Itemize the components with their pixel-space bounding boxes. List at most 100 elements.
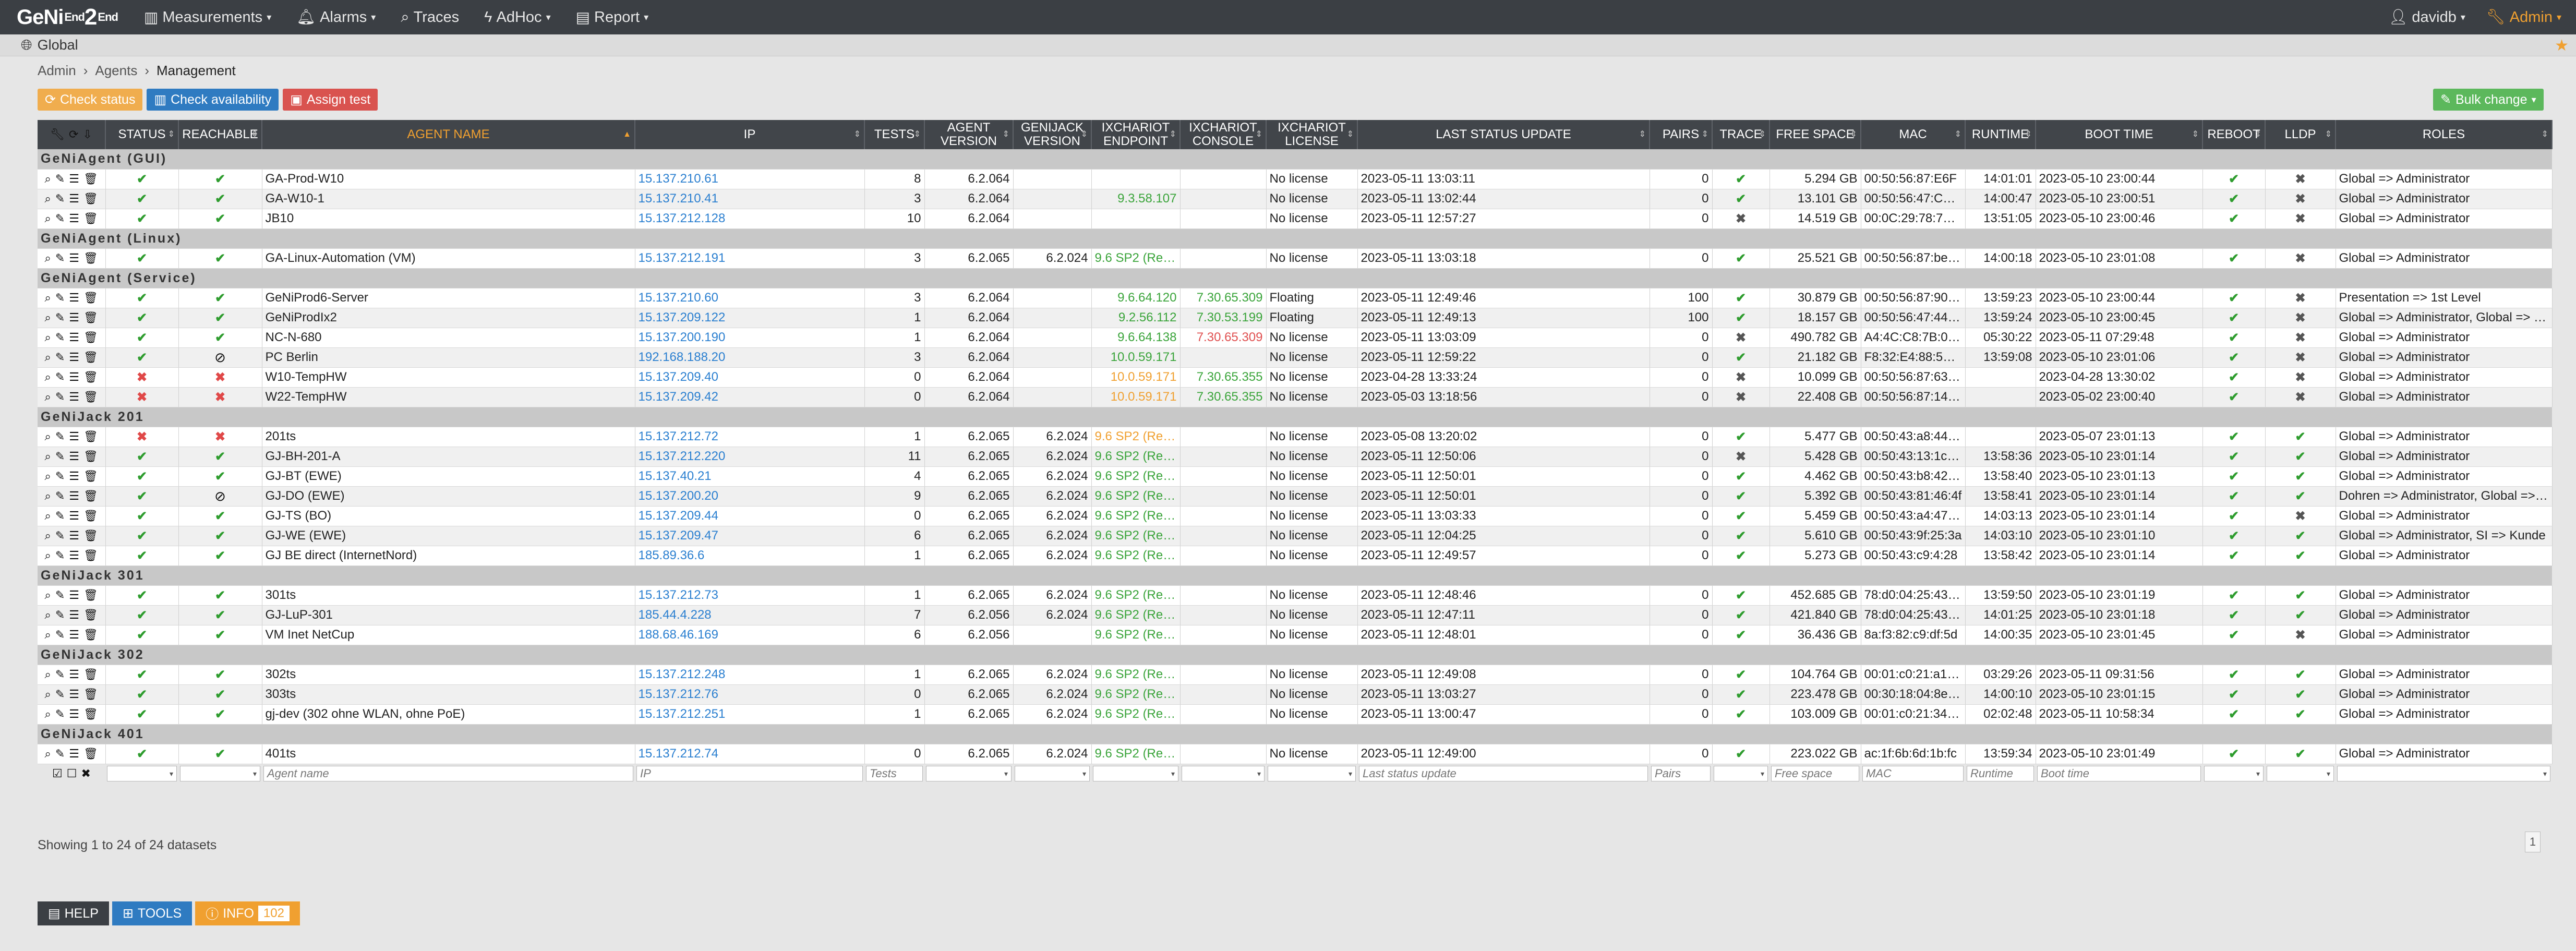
check-status-button[interactable]: ⟳ Check status xyxy=(38,89,143,111)
edit-icon[interactable]: ✎ xyxy=(55,311,65,324)
header-trace[interactable]: TRACE ⇕ xyxy=(1712,120,1770,149)
favorite-star-icon[interactable]: ★ xyxy=(2555,37,2569,55)
page-button[interactable]: 1 xyxy=(2525,832,2541,852)
search-icon[interactable]: ⌕ xyxy=(45,747,51,761)
table-row[interactable]: ⌕ ✎ ☰ 🗑︎ ✔ ✔ JB10 15.137.212.128 10 6.2.064 No lic… xyxy=(38,209,2553,229)
list-icon[interactable]: ☰ xyxy=(69,509,79,523)
table-row[interactable]: ⌕ ✎ ☰ 🗑︎ ✖ ✖ W22-TempHW 15.137.209.42 0 6.2.064 10… xyxy=(38,387,2553,407)
table-row[interactable]: ⌕ ✎ ☰ 🗑︎ ✔ ✔ NC-N-680 15.137.200.190 1 6.2.064 9.6… xyxy=(38,328,2553,348)
help-button[interactable]: ▤ HELP xyxy=(38,901,109,925)
filter-reboot-select[interactable]: ▾ xyxy=(2204,766,2264,782)
table-row[interactable]: ⌕ ✎ ☰ 🗑︎ ✔ ✔ 301ts 15.137.212.73 1 6.2.065 6.2.024… xyxy=(38,585,2553,606)
delete-icon[interactable]: 🗑︎ xyxy=(83,430,98,443)
list-icon[interactable]: ☰ xyxy=(69,628,79,642)
header-agent-version[interactable]: AGENT VERSION ⇕ xyxy=(924,120,1014,149)
delete-icon[interactable]: 🗑︎ xyxy=(83,628,98,642)
search-icon[interactable]: ⌕ xyxy=(45,707,51,721)
filter-license-select[interactable]: ▾ xyxy=(1268,766,1356,782)
header-boot-time[interactable]: BOOT TIME ⇕ xyxy=(2036,120,2203,149)
header-ip[interactable]: IP ⇕ xyxy=(635,120,865,149)
search-icon[interactable]: ⌕ xyxy=(45,331,51,344)
header-ixchariot-license[interactable]: IXCHARIOT LICENSE ⇕ xyxy=(1266,120,1358,149)
delete-icon[interactable]: 🗑︎ xyxy=(83,212,98,225)
check-availability-button[interactable]: ▥ Check availability xyxy=(147,89,279,111)
edit-icon[interactable]: ✎ xyxy=(55,668,65,681)
delete-icon[interactable]: 🗑︎ xyxy=(83,668,98,681)
delete-icon[interactable]: 🗑︎ xyxy=(83,291,98,305)
search-icon[interactable]: ⌕ xyxy=(45,529,51,543)
filter-pairs-input[interactable]: Pairs xyxy=(1651,766,1711,782)
delete-icon[interactable]: 🗑︎ xyxy=(83,747,98,761)
list-icon[interactable]: ☰ xyxy=(69,489,79,503)
header-free-space[interactable]: FREE SPACE ⇕ xyxy=(1770,120,1861,149)
scope-selector[interactable]: 🌐︎ Global xyxy=(21,37,78,54)
nav-report[interactable]: ▤ Report ▾ xyxy=(576,8,649,27)
filter-boot-time-input[interactable]: Boot time xyxy=(2037,766,2201,782)
nav-measurements[interactable]: ▥ Measurements ▾ xyxy=(144,8,271,27)
header-roles[interactable]: ROLES ⇕ xyxy=(2336,120,2553,149)
edit-icon[interactable]: ✎ xyxy=(55,628,65,642)
header-reboot[interactable]: REBOOT ⇕ xyxy=(2202,120,2266,149)
filter-mac-input[interactable]: MAC xyxy=(1862,766,1964,782)
edit-icon[interactable]: ✎ xyxy=(55,390,65,404)
search-icon[interactable]: ⌕ xyxy=(45,588,51,602)
delete-icon[interactable]: 🗑︎ xyxy=(83,509,98,523)
edit-icon[interactable]: ✎ xyxy=(55,450,65,463)
table-row[interactable]: ⌕ ✎ ☰ 🗑︎ ✔ ✔ GeNiProdIx2 15.137.209.122 1 6.2.064… xyxy=(38,308,2553,328)
table-row[interactable]: ⌕ ✎ ☰ 🗑︎ ✔ ⊘ PC Berlin 192.168.188.20 3 6.2.064 10… xyxy=(38,347,2553,368)
header-ixchariot-console[interactable]: IXCHARIOT CONSOLE ⇕ xyxy=(1180,120,1267,149)
table-row[interactable]: ⌕ ✎ ☰ 🗑︎ ✔ ✔ GJ-BH-201-A 15.137.212.220 11 6.2.06… xyxy=(38,447,2553,467)
search-icon[interactable]: ⌕ xyxy=(45,291,51,305)
search-icon[interactable]: ⌕ xyxy=(45,390,51,404)
edit-icon[interactable]: ✎ xyxy=(55,331,65,344)
list-icon[interactable]: ☰ xyxy=(69,450,79,463)
table-row[interactable]: ⌕ ✎ ☰ 🗑︎ ✔ ✔ 401ts 15.137.212.74 0 6.2.065 6.2.024… xyxy=(38,744,2553,764)
nav-adhoc[interactable]: ϟ AdHoc ▾ xyxy=(484,9,550,26)
list-icon[interactable]: ☰ xyxy=(69,172,79,186)
edit-icon[interactable]: ✎ xyxy=(55,509,65,523)
app-logo[interactable]: GeNi End 2 End xyxy=(17,4,118,30)
clear-filter-icon[interactable]: ✖ xyxy=(81,767,91,780)
header-runtime[interactable]: RUNTIME ⇕ xyxy=(1965,120,2036,149)
search-icon[interactable]: ⌕ xyxy=(45,450,51,463)
filter-trace-select[interactable]: ▾ xyxy=(1714,766,1768,782)
header-pairs[interactable]: PAIRS ⇕ xyxy=(1650,120,1713,149)
list-icon[interactable]: ☰ xyxy=(69,668,79,681)
select-none-icon[interactable]: ☐ xyxy=(67,767,77,780)
header-mac[interactable]: MAC ⇕ xyxy=(1861,120,1966,149)
search-icon[interactable]: ⌕ xyxy=(45,430,51,443)
delete-icon[interactable]: 🗑︎ xyxy=(83,549,98,562)
edit-icon[interactable]: ✎ xyxy=(55,470,65,483)
edit-icon[interactable]: ✎ xyxy=(55,489,65,503)
header-ixchariot-endpoint[interactable]: IXCHARIOT ENDPOINT ⇕ xyxy=(1091,120,1181,149)
search-icon[interactable]: ⌕ xyxy=(45,311,51,324)
delete-icon[interactable]: 🗑︎ xyxy=(83,608,98,622)
filter-tests-input[interactable]: Tests xyxy=(866,766,923,782)
table-row[interactable]: ⌕ ✎ ☰ 🗑︎ ✔ ✔ GJ BE direct (InternetNord) 185.89… xyxy=(38,546,2553,566)
list-icon[interactable]: ☰ xyxy=(69,390,79,404)
filter-status-select[interactable]: ▾ xyxy=(107,766,177,782)
tools-button[interactable]: ⊞ TOOLS xyxy=(112,901,192,925)
header-status[interactable]: STATUS ⇕ xyxy=(105,120,179,149)
edit-icon[interactable]: ✎ xyxy=(55,251,65,265)
edit-icon[interactable]: ✎ xyxy=(55,747,65,761)
list-icon[interactable]: ☰ xyxy=(69,747,79,761)
table-row[interactable]: ⌕ ✎ ☰ 🗑︎ ✔ ✔ VM Inet NetCup 188.68.46.169 6 6.2.0… xyxy=(38,625,2553,645)
list-icon[interactable]: ☰ xyxy=(69,311,79,324)
delete-icon[interactable]: 🗑︎ xyxy=(83,688,98,701)
table-row[interactable]: ⌕ ✎ ☰ 🗑︎ ✔ ⊘ GJ-DO (EWE) 15.137.200.20 9 6.2.065 6… xyxy=(38,486,2553,507)
table-row[interactable]: ⌕ ✎ ☰ 🗑︎ ✔ ✔ GJ-LuP-301 185.44.4.228 7 6.2.056 6.2… xyxy=(38,605,2553,625)
list-icon[interactable]: ☰ xyxy=(69,351,79,364)
delete-icon[interactable]: 🗑︎ xyxy=(83,390,98,404)
info-button[interactable]: ⓘ INFO 102 xyxy=(195,901,300,925)
search-icon[interactable]: ⌕ xyxy=(45,608,51,622)
delete-icon[interactable]: 🗑︎ xyxy=(83,370,98,384)
list-icon[interactable]: ☰ xyxy=(69,470,79,483)
delete-icon[interactable]: 🗑︎ xyxy=(83,588,98,602)
search-icon[interactable]: ⌕ xyxy=(45,470,51,483)
edit-icon[interactable]: ✎ xyxy=(55,370,65,384)
header-agent-name[interactable]: AGENT NAME ▲ xyxy=(262,120,635,149)
edit-icon[interactable]: ✎ xyxy=(55,707,65,721)
edit-icon[interactable]: ✎ xyxy=(55,172,65,186)
nav-traces[interactable]: ⌕ Traces xyxy=(401,9,459,26)
